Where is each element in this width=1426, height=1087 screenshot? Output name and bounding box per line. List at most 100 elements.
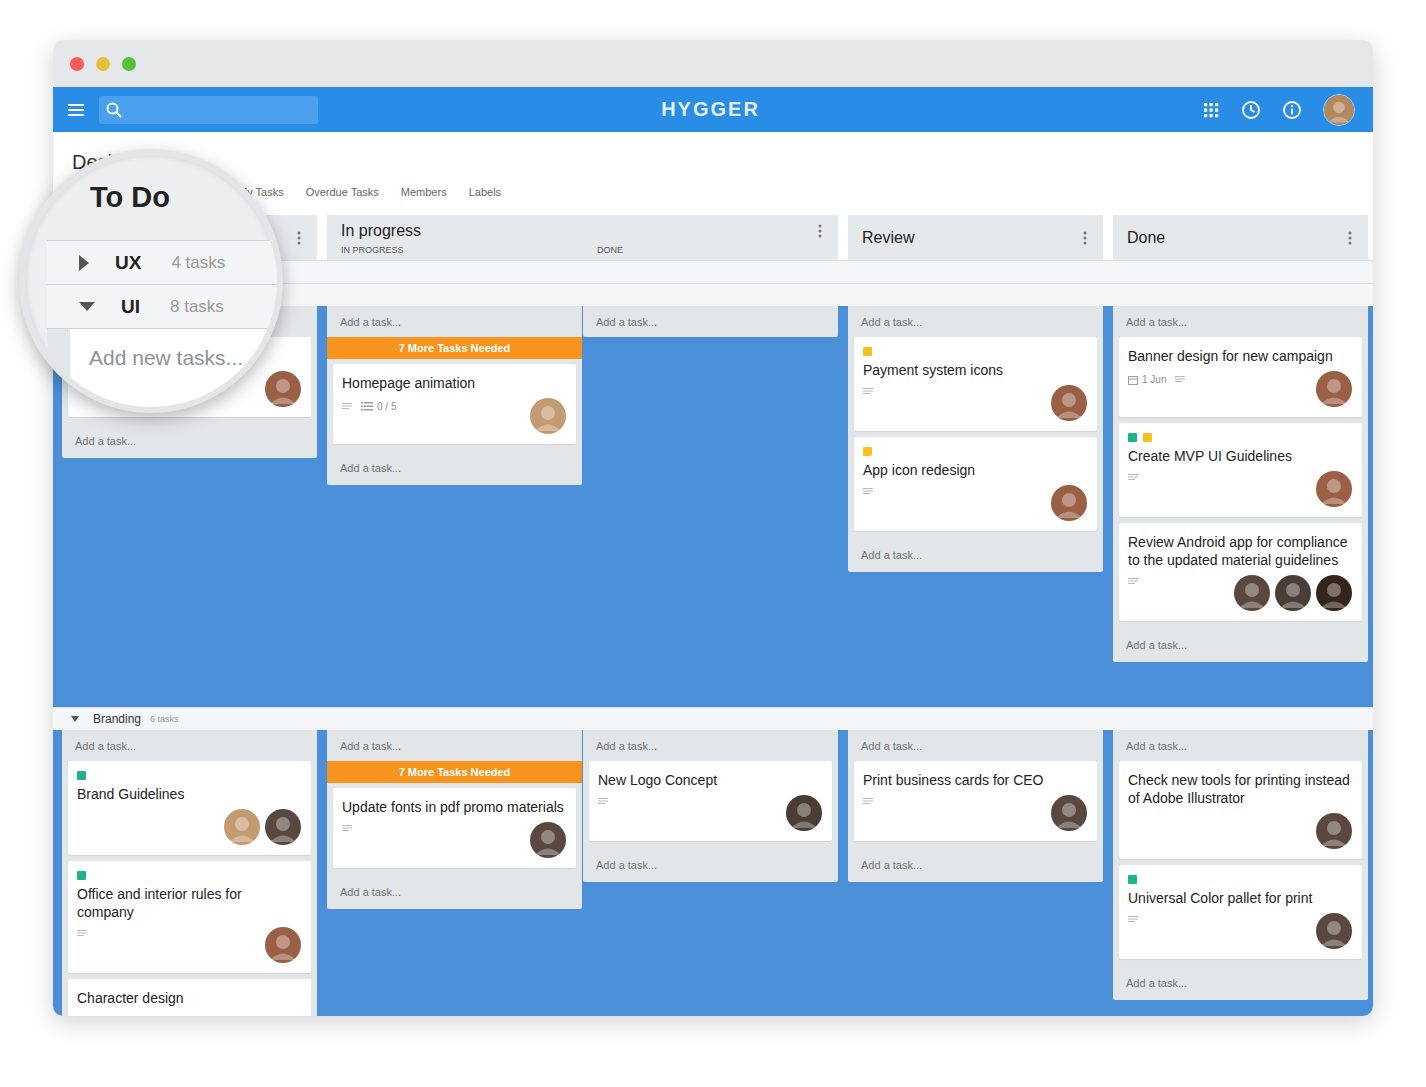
column-menu-icon[interactable] — [1348, 231, 1352, 245]
description-icon — [1175, 376, 1185, 384]
menu-icon[interactable] — [66, 102, 86, 118]
assignee-avatar-icon[interactable] — [265, 371, 301, 407]
label-tag — [1143, 433, 1152, 442]
add-task-link[interactable]: Add a task... — [848, 847, 1103, 882]
assignee-avatar-icon[interactable] — [1316, 913, 1352, 949]
task-card[interactable]: Universal Color pallet for print — [1119, 865, 1362, 959]
assignee-avatar-icon[interactable] — [1051, 485, 1087, 521]
column-menu-icon[interactable] — [818, 224, 822, 238]
add-task-link[interactable]: Add a task... — [848, 306, 1103, 337]
add-task-link[interactable]: Add a task... — [848, 730, 1103, 761]
add-task-link[interactable]: Add a task... — [327, 730, 582, 761]
task-card[interactable]: Brand Guidelines — [68, 761, 311, 855]
expand-arrow-icon[interactable] — [71, 716, 79, 722]
search-field[interactable] — [99, 96, 318, 124]
search-icon — [105, 101, 123, 119]
add-task-link[interactable]: Add a task... — [327, 874, 582, 909]
task-card[interactable]: Create MVP UI Guidelines — [1119, 423, 1362, 517]
apps-grid-icon[interactable] — [1202, 101, 1220, 119]
clock-icon[interactable] — [1241, 100, 1261, 120]
close-button[interactable] — [70, 57, 84, 71]
add-task-link[interactable]: Add a task... — [848, 537, 1103, 572]
column-title: In progress — [341, 221, 421, 241]
lane-task-count: 6 tasks — [150, 714, 179, 724]
task-card[interactable]: Character design — [68, 979, 311, 1016]
task-card[interactable]: Banner design for new campaign 1 Jun — [1119, 337, 1362, 417]
description-icon — [598, 798, 608, 806]
swimlanes: UX 4 tasks UI 8 tasks Add a task... Add … — [53, 260, 1373, 1016]
lane-header[interactable]: Branding 6 tasks — [53, 707, 1373, 730]
assignee-avatar-icon[interactable] — [530, 822, 566, 858]
board-tab[interactable]: Overdue Tasks — [306, 185, 379, 199]
info-icon[interactable] — [1282, 100, 1302, 120]
assignee-avatar-icon[interactable] — [265, 809, 301, 845]
task-card[interactable]: Update fonts in pdf promo materials — [333, 788, 576, 868]
assignee-avatar-icon[interactable] — [224, 809, 260, 845]
description-icon — [1128, 578, 1138, 586]
board-tabs: My TasksOverdue TasksMembersLabels — [72, 185, 1373, 199]
minimize-button[interactable] — [96, 57, 110, 71]
add-task-link[interactable]: Add a task... — [327, 306, 582, 337]
description-icon — [863, 388, 873, 396]
add-task-link[interactable]: Add a task... — [1113, 965, 1368, 1000]
lane-name: Branding — [93, 712, 141, 726]
task-title: Payment system icons — [863, 361, 1087, 379]
task-card[interactable]: App icon redesign — [854, 437, 1097, 531]
assignee-avatar-icon[interactable] — [1316, 471, 1352, 507]
column-menu-icon[interactable] — [297, 231, 301, 245]
column-menu-icon[interactable] — [1083, 231, 1087, 245]
task-title: App icon redesign — [863, 461, 1087, 479]
assignee-avatar-icon[interactable] — [265, 927, 301, 963]
assignee-avatar-icon[interactable] — [1051, 795, 1087, 831]
task-card[interactable]: Office and interior rules for company — [68, 861, 311, 973]
task-card[interactable]: Homepage animation 0 / 5 — [333, 364, 576, 444]
add-task-link[interactable]: Add a task... — [583, 847, 838, 882]
add-task-link[interactable]: Add a task... — [62, 423, 317, 458]
assignee-avatar-icon[interactable] — [530, 398, 566, 434]
assignee-avatar-icon[interactable] — [1275, 575, 1311, 611]
assignee-avatar-icon[interactable] — [1051, 385, 1087, 421]
wip-notice: 7 More Tasks Needed — [327, 337, 582, 359]
wip-notice: 7 More Tasks Needed — [327, 761, 582, 783]
zoomed-lane-header[interactable]: UX 4 tasks — [47, 240, 277, 284]
assignee-avatar-icon[interactable] — [1234, 575, 1270, 611]
assignee-avatar-icon[interactable] — [786, 795, 822, 831]
add-task-link[interactable]: Add a task... — [1113, 730, 1368, 761]
task-card[interactable]: Payment system icons — [854, 337, 1097, 431]
lane-cell: Add a task... Payment system icons App i… — [848, 306, 1103, 572]
magnifier-callout: To Do UX 4 tasks UI 8 tasks Add new task… — [19, 149, 283, 413]
column-header: In progress IN PROGRESSDONE — [327, 215, 838, 260]
add-task-link[interactable]: Add a task... — [62, 730, 317, 761]
assignee-avatar-icon[interactable] — [1316, 813, 1352, 849]
add-task-link[interactable]: Add a task... — [583, 306, 838, 337]
add-task-link[interactable]: Add a task... — [1113, 306, 1368, 337]
task-card[interactable]: Check new tools for printing instead of … — [1119, 761, 1362, 859]
board-tab[interactable]: Members — [401, 185, 447, 199]
zoomed-lane-header[interactable]: UI 8 tasks — [47, 284, 277, 328]
task-card[interactable]: New Logo Concept — [589, 761, 832, 841]
board-tab[interactable]: Labels — [469, 185, 501, 199]
expand-arrow-icon[interactable] — [79, 255, 89, 271]
description-icon — [863, 798, 873, 806]
description-icon — [77, 930, 87, 938]
lane-cell: Add a task... Banner design for new camp… — [1113, 306, 1368, 662]
zoomed-lane-name: UX — [115, 252, 141, 274]
task-card[interactable]: Review Android app for compliance to the… — [1119, 523, 1362, 621]
assignee-avatar-icon[interactable] — [1316, 575, 1352, 611]
add-task-link[interactable]: Add a task... — [327, 450, 582, 485]
description-icon — [342, 825, 352, 833]
zoom-button[interactable] — [122, 57, 136, 71]
task-title: Check new tools for printing instead of … — [1128, 771, 1352, 807]
title-bar — [53, 40, 1373, 87]
calendar-icon — [1128, 375, 1138, 385]
task-title: Create MVP UI Guidelines — [1128, 447, 1352, 465]
user-avatar-icon[interactable] — [1323, 94, 1355, 126]
expand-arrow-icon[interactable] — [79, 302, 95, 311]
task-card[interactable]: Print business cards for CEO — [854, 761, 1097, 841]
task-title: Print business cards for CEO — [863, 771, 1087, 789]
assignee-avatar-icon[interactable] — [1316, 371, 1352, 407]
app-logo[interactable]: HYGGER — [661, 98, 760, 121]
add-task-link[interactable]: Add a task... — [583, 730, 838, 761]
add-task-link[interactable]: Add a task... — [1113, 627, 1368, 662]
lane-cell: Add a task... 7 More Tasks Needed Homepa… — [327, 306, 582, 485]
